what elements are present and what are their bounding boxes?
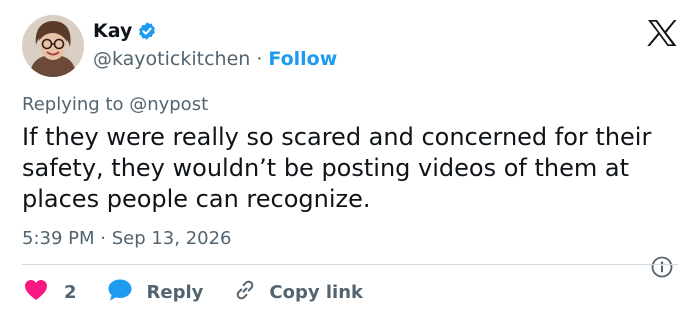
speech-bubble-icon [107, 278, 133, 307]
reply-label: Reply [146, 282, 204, 303]
like-button[interactable]: 2 [24, 279, 107, 306]
x-logo-icon[interactable] [647, 19, 677, 47]
copy-link-button[interactable]: Copy link [233, 278, 363, 307]
heart-icon [24, 279, 48, 306]
tweet-text: If they were really so scared and concer… [22, 123, 652, 213]
author-handle[interactable]: @kayotickitchen [93, 48, 250, 70]
verified-badge-icon [137, 21, 157, 41]
author-name-row: Kay [93, 20, 157, 42]
replying-to: Replying to @nypost [22, 94, 209, 115]
author-name[interactable]: Kay [93, 20, 132, 42]
copy-link-label: Copy link [269, 282, 363, 303]
avatar[interactable] [22, 15, 84, 77]
tweet-actions: 2 Reply Copy link [24, 278, 363, 307]
separator-dot: · [256, 48, 263, 70]
divider [22, 264, 678, 265]
tweet-timestamp[interactable]: 5:39 PM · Sep 13, 2026 [22, 228, 232, 249]
tweet-card: Kay @kayotickitchen · Follow Replying to… [0, 0, 700, 318]
author-handle-row: @kayotickitchen · Follow [93, 48, 337, 70]
reply-button[interactable]: Reply [107, 278, 234, 307]
avatar-image [22, 15, 84, 77]
link-icon [233, 278, 257, 307]
info-icon[interactable] [651, 256, 673, 278]
follow-button[interactable]: Follow [268, 48, 337, 70]
like-count: 2 [64, 282, 77, 303]
